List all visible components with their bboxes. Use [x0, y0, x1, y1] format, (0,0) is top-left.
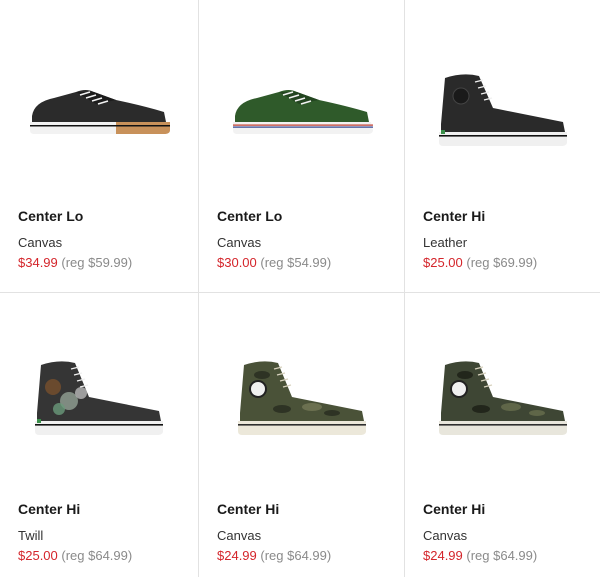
product-material: Canvas — [217, 235, 262, 250]
price-line: $34.99 (reg $59.99) — [18, 255, 132, 271]
product-image[interactable] — [405, 60, 600, 160]
product-material: Canvas — [423, 528, 468, 543]
product-card[interactable]: Center Hi Leather $25.00 (reg $69.99) — [405, 0, 600, 293]
product-material: Twill — [18, 528, 44, 543]
regular-price: (reg $54.99) — [260, 255, 332, 270]
product-name[interactable]: Center Hi — [217, 500, 331, 518]
product-material: Canvas — [18, 235, 63, 250]
high-top-shoe-icon — [35, 361, 163, 435]
product-card[interactable]: Center Hi Canvas $24.99 (reg $64.99) — [405, 293, 600, 577]
price-line: $30.00 (reg $54.99) — [217, 255, 331, 271]
product-card[interactable]: Center Lo Canvas $30.00 (reg $54.99) — [199, 0, 405, 293]
product-name[interactable]: Center Hi — [18, 500, 132, 518]
sale-price: $34.99 — [18, 255, 58, 270]
regular-price: (reg $64.99) — [466, 548, 538, 563]
product-name[interactable]: Center Lo — [217, 207, 331, 225]
regular-price: (reg $69.99) — [466, 255, 538, 270]
product-material: Canvas — [217, 528, 262, 543]
sale-price: $24.99 — [217, 548, 257, 563]
product-name[interactable]: Center Hi — [423, 207, 537, 225]
price-line: $24.99 (reg $64.99) — [423, 548, 537, 564]
product-name[interactable]: Center Lo — [18, 207, 132, 225]
price-line: $25.00 (reg $69.99) — [423, 255, 537, 271]
product-grid: Center Lo Canvas $34.99 (reg $59.99) Cen… — [0, 0, 600, 577]
product-image[interactable] — [0, 60, 198, 160]
product-name[interactable]: Center Hi — [423, 500, 537, 518]
price-line: $24.99 (reg $64.99) — [217, 548, 331, 564]
low-top-shoe-icon — [232, 90, 373, 134]
sale-price: $25.00 — [18, 548, 58, 563]
product-image[interactable] — [199, 348, 404, 448]
product-card[interactable]: Center Hi Twill $25.00 (reg $64.99) — [0, 293, 199, 577]
product-image[interactable] — [199, 60, 404, 160]
sale-price: $30.00 — [217, 255, 257, 270]
sale-price: $25.00 — [423, 255, 463, 270]
low-top-shoe-icon — [30, 90, 170, 134]
high-top-shoe-icon — [237, 361, 366, 435]
product-image[interactable] — [0, 348, 198, 448]
regular-price: (reg $64.99) — [260, 548, 332, 563]
high-top-shoe-icon — [438, 74, 567, 146]
high-top-shoe-icon — [438, 361, 567, 435]
product-card[interactable]: Center Lo Canvas $34.99 (reg $59.99) — [0, 0, 199, 293]
sale-price: $24.99 — [423, 548, 463, 563]
price-line: $25.00 (reg $64.99) — [18, 548, 132, 564]
product-image[interactable] — [405, 348, 600, 448]
product-card[interactable]: Center Hi Canvas $24.99 (reg $64.99) — [199, 293, 405, 577]
regular-price: (reg $59.99) — [61, 255, 133, 270]
regular-price: (reg $64.99) — [61, 548, 133, 563]
product-material: Leather — [423, 235, 468, 250]
